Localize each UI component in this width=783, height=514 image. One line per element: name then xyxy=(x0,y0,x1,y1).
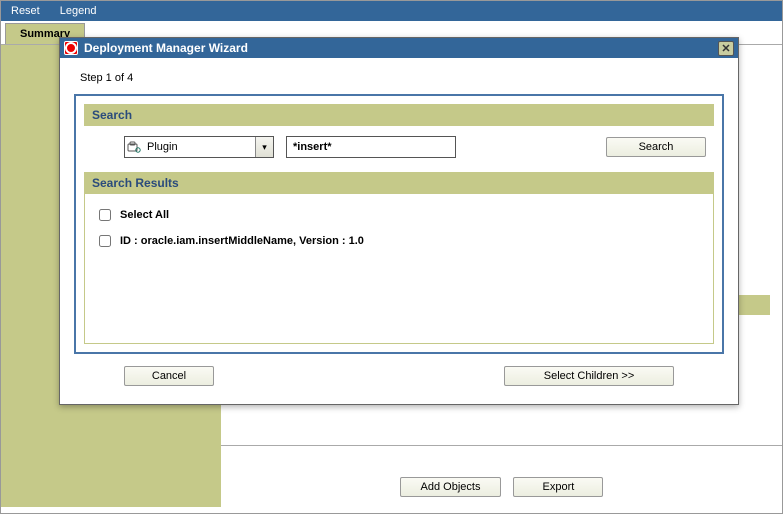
deployment-manager-wizard-dialog: Deployment Manager Wizard ✕ Step 1 of 4 … xyxy=(59,37,739,405)
search-input[interactable] xyxy=(286,136,456,158)
results-section-header: Search Results xyxy=(84,172,714,194)
app-icon xyxy=(64,41,78,55)
search-section-header: Search xyxy=(84,104,714,126)
result-row[interactable]: ID : oracle.iam.insertMiddleName, Versio… xyxy=(95,228,703,254)
dialog-body: Step 1 of 4 Search Plugin ▾ xyxy=(60,58,738,404)
cancel-button[interactable]: Cancel xyxy=(124,366,214,386)
divider xyxy=(221,445,782,446)
chevron-down-icon[interactable]: ▾ xyxy=(255,137,273,157)
bottom-button-bar: Add Objects Export xyxy=(221,477,782,497)
entity-type-value: Plugin xyxy=(143,141,255,153)
search-row: Plugin ▾ Search xyxy=(84,126,714,172)
select-children-button[interactable]: Select Children >> xyxy=(504,366,674,386)
export-button[interactable]: Export xyxy=(513,477,603,497)
plugin-icon xyxy=(125,141,143,153)
wizard-content-box: Search Plugin ▾ Search xyxy=(74,94,724,354)
search-button[interactable]: Search xyxy=(606,137,706,157)
wizard-button-bar: Cancel Select Children >> xyxy=(74,354,724,390)
reset-link[interactable]: Reset xyxy=(11,5,40,17)
add-objects-button[interactable]: Add Objects xyxy=(400,477,502,497)
dialog-titlebar: Deployment Manager Wizard ✕ xyxy=(60,38,738,58)
close-icon[interactable]: ✕ xyxy=(718,41,734,56)
legend-link[interactable]: Legend xyxy=(60,5,97,17)
top-menu-bar: Reset Legend xyxy=(1,1,782,21)
select-all-row[interactable]: Select All xyxy=(95,202,703,228)
entity-type-select[interactable]: Plugin ▾ xyxy=(124,136,274,158)
wizard-step-label: Step 1 of 4 xyxy=(74,66,724,94)
select-all-checkbox[interactable] xyxy=(99,209,111,221)
dialog-title-text: Deployment Manager Wizard xyxy=(84,41,248,55)
result-checkbox[interactable] xyxy=(99,235,111,247)
results-body: Select All ID : oracle.iam.insertMiddleN… xyxy=(84,194,714,344)
result-label: ID : oracle.iam.insertMiddleName, Versio… xyxy=(120,235,364,247)
select-all-label: Select All xyxy=(120,209,169,221)
